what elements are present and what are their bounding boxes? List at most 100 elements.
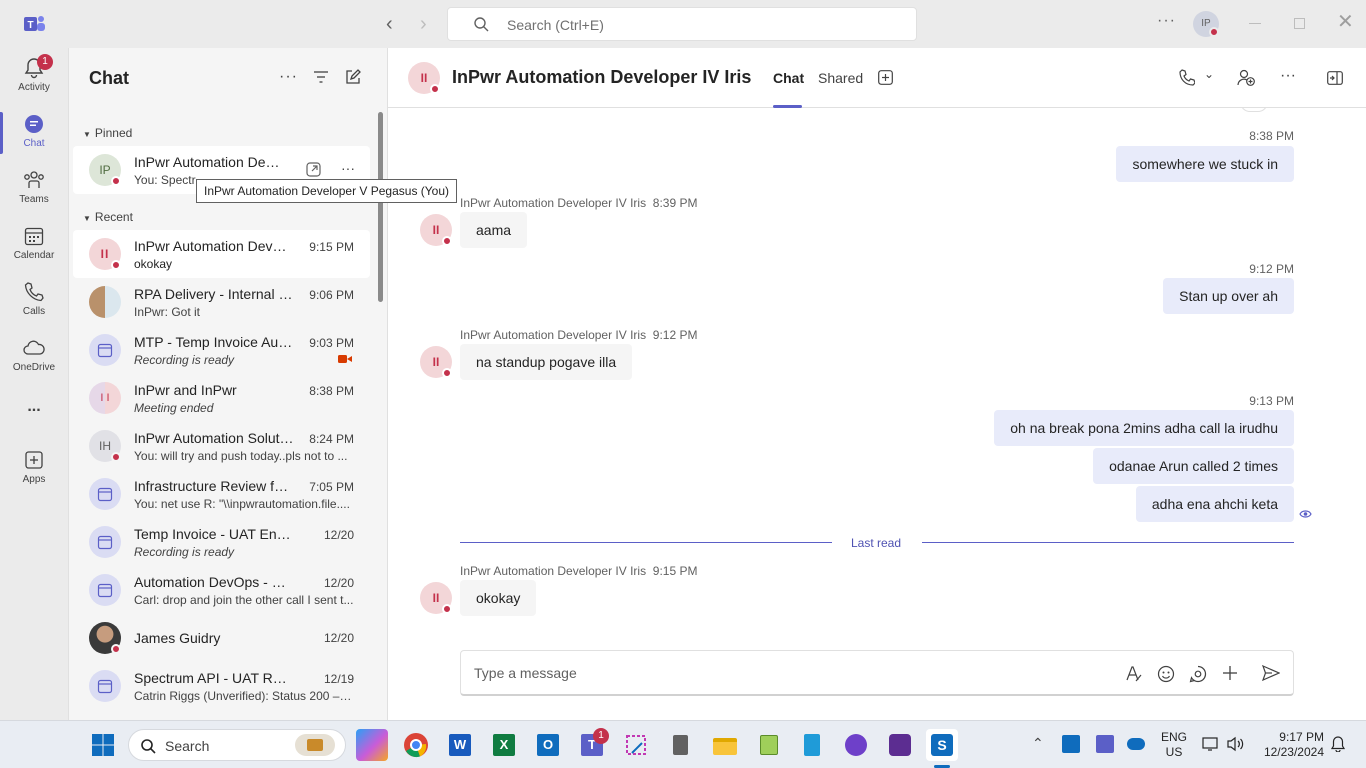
chat-row-iris[interactable]: II InPwr Automation Developer IV Iris 9:… bbox=[73, 230, 370, 278]
message-bubble[interactable]: somewhere we stuck in bbox=[1116, 146, 1294, 182]
calculator-icon[interactable] bbox=[664, 729, 696, 761]
chat-row-solution-hub[interactable]: IH InPwr Automation Solution Hub 8:24 PM… bbox=[73, 422, 370, 470]
more-options-icon[interactable]: ··· bbox=[1280, 67, 1296, 85]
message-bubble[interactable]: okokay bbox=[460, 580, 537, 616]
conversation-header: II InPwr Automation Developer IV Iris Ch… bbox=[388, 48, 1366, 108]
tray-chevron-up-icon[interactable]: ⌃ bbox=[1032, 735, 1044, 752]
rail-onedrive[interactable]: OneDrive bbox=[0, 336, 68, 373]
rail-calendar[interactable]: Calendar bbox=[0, 224, 68, 261]
excel-icon[interactable]: X bbox=[488, 729, 520, 761]
compose-input[interactable]: Type a message bbox=[474, 665, 577, 681]
clock[interactable]: 9:17 PM 12/23/2024 bbox=[1254, 730, 1324, 760]
chat-row-mtp[interactable]: MTP - Temp Invoice Automation 9:03 PM Re… bbox=[73, 326, 370, 374]
status-busy-icon bbox=[111, 260, 121, 270]
compose-box[interactable]: Type a message bbox=[460, 650, 1294, 696]
message-bubble[interactable]: odanae Arun called 2 times bbox=[1093, 448, 1294, 484]
word-icon[interactable]: W bbox=[444, 729, 476, 761]
volume-icon[interactable] bbox=[1227, 736, 1245, 752]
tab-shared[interactable]: Shared bbox=[818, 70, 863, 86]
pop-out-icon[interactable] bbox=[306, 162, 321, 177]
lang-bottom: US bbox=[1165, 745, 1183, 759]
forward-arrow-icon[interactable]: › bbox=[420, 14, 438, 34]
more-apps-icon: ... bbox=[27, 398, 41, 415]
back-arrow-icon[interactable]: ‹ bbox=[386, 14, 404, 34]
message-bubble[interactable]: adha ena ahchi keta bbox=[1135, 486, 1294, 522]
add-people-icon[interactable] bbox=[1237, 69, 1255, 86]
chat-name: InPwr Automation Developer V Pegasus (Yo… bbox=[134, 154, 286, 170]
teams-taskbar-icon[interactable]: T 1 bbox=[576, 728, 609, 761]
message-bubble[interactable]: na standup pogave illa bbox=[460, 344, 633, 380]
recent-label: Recent bbox=[94, 210, 133, 224]
filter-icon[interactable] bbox=[314, 71, 328, 83]
rail-activity[interactable]: Activity 1 bbox=[0, 54, 68, 93]
windows-start-icon[interactable] bbox=[92, 734, 114, 756]
more-options-icon[interactable]: ··· bbox=[1157, 12, 1176, 30]
chat-row-infra-review[interactable]: Infrastructure Review for ... 7:05 PM Yo… bbox=[73, 470, 370, 518]
notification-bell-icon[interactable] bbox=[1331, 736, 1345, 752]
message-meta: InPwr Automation Developer IV Iris 9:15 … bbox=[460, 564, 697, 578]
message-bubble[interactable]: Stan up over ah bbox=[1163, 278, 1294, 314]
chat-row-temp-invoice[interactable]: Temp Invoice - UAT End-to-End 12/20 Reco… bbox=[73, 518, 370, 566]
chat-row-rpa-delivery[interactable]: RPA Delivery - Internal Discussion 9:06 … bbox=[73, 278, 370, 326]
chat-preview: You: net use R: "\\inpwrautomation.file.… bbox=[134, 497, 350, 511]
message-time: 9:15 PM bbox=[652, 564, 698, 578]
new-chat-icon[interactable] bbox=[345, 69, 361, 85]
chat-row-james[interactable]: James Guidry 12/20 bbox=[73, 614, 370, 662]
recent-header[interactable]: ▼ Recent bbox=[83, 210, 133, 224]
pop-out-chat-icon[interactable] bbox=[1327, 71, 1343, 85]
loop-icon[interactable] bbox=[1189, 665, 1207, 683]
pinned-header[interactable]: ▼ Pinned bbox=[83, 126, 132, 140]
message-time: 9:12 PM bbox=[1249, 262, 1294, 276]
file-explorer-icon[interactable] bbox=[708, 729, 740, 761]
group-avatar: I I bbox=[89, 382, 121, 414]
add-apps-icon bbox=[25, 451, 43, 469]
tray-onedrive-icon[interactable] bbox=[1127, 738, 1145, 750]
message-bubble[interactable]: aama bbox=[460, 212, 528, 248]
copilot-icon[interactable] bbox=[356, 729, 388, 761]
chat-name: InPwr Automation Solution Hub bbox=[134, 430, 294, 446]
rail-chat[interactable]: Chat bbox=[0, 112, 68, 154]
more-options-icon[interactable]: ··· bbox=[279, 68, 298, 86]
chat-name: Spectrum API - UAT Results Review bbox=[134, 670, 294, 686]
tab-chat[interactable]: Chat bbox=[773, 48, 804, 108]
search-input[interactable]: Search (Ctrl+E) bbox=[507, 17, 604, 33]
app-purple-icon[interactable] bbox=[884, 729, 916, 761]
chrome-icon[interactable] bbox=[400, 729, 432, 761]
rail-apps[interactable]: Apps bbox=[0, 448, 68, 485]
add-tab-icon[interactable] bbox=[878, 70, 893, 85]
rail-teams[interactable]: Teams bbox=[0, 168, 68, 205]
snipping-tool-icon[interactable] bbox=[620, 729, 652, 761]
message-bubble[interactable]: oh na break pona 2mins adha call la irud… bbox=[994, 410, 1294, 446]
rail-more[interactable]: ... bbox=[0, 398, 68, 416]
last-read-divider-right bbox=[922, 542, 1294, 543]
call-icon[interactable] bbox=[1179, 69, 1195, 86]
send-icon[interactable] bbox=[1262, 665, 1280, 681]
notepad-plus-icon[interactable] bbox=[752, 729, 784, 761]
emoji-icon[interactable] bbox=[1157, 665, 1175, 683]
taskbar: Search W X O T 1 S ⌃ ENG US 9:17 PM 12/2… bbox=[0, 720, 1366, 768]
teams-logo-icon[interactable]: T bbox=[22, 13, 46, 35]
chat-more-options-icon[interactable]: ··· bbox=[341, 160, 355, 176]
format-icon[interactable] bbox=[1125, 665, 1143, 683]
chat-row-devops[interactable]: Automation DevOps - Daily Standup 12/20 … bbox=[73, 566, 370, 614]
notepad-icon[interactable] bbox=[796, 729, 828, 761]
language-indicator[interactable]: ENG US bbox=[1160, 730, 1188, 760]
taskbar-search[interactable]: Search bbox=[128, 729, 346, 761]
chat-row-inpwr-and-inpwr[interactable]: I I InPwr and InPwr 8:38 PM Meeting ende… bbox=[73, 374, 370, 422]
search-box[interactable]: Search (Ctrl+E) bbox=[447, 7, 917, 41]
outlook-icon[interactable]: O bbox=[532, 729, 564, 761]
attach-plus-icon[interactable] bbox=[1222, 665, 1238, 681]
chat-row-spectrum[interactable]: Spectrum API - UAT Results Review 12/19 … bbox=[73, 662, 370, 710]
close-window-icon[interactable]: ✕ bbox=[1337, 12, 1354, 32]
network-icon[interactable] bbox=[1202, 736, 1220, 752]
tray-outlook-icon[interactable] bbox=[1062, 735, 1080, 753]
scrollbar[interactable] bbox=[378, 112, 383, 302]
active-app-icon[interactable]: S bbox=[926, 729, 958, 761]
minimize-icon[interactable] bbox=[1249, 23, 1261, 24]
chat-preview: Meeting ended bbox=[134, 401, 214, 415]
chevron-down-icon[interactable]: ⌄ bbox=[1204, 67, 1214, 81]
maximize-icon[interactable] bbox=[1294, 18, 1305, 29]
github-icon[interactable] bbox=[840, 729, 872, 761]
rail-calls[interactable]: Calls bbox=[0, 280, 68, 317]
tray-teams-icon[interactable] bbox=[1096, 735, 1114, 753]
